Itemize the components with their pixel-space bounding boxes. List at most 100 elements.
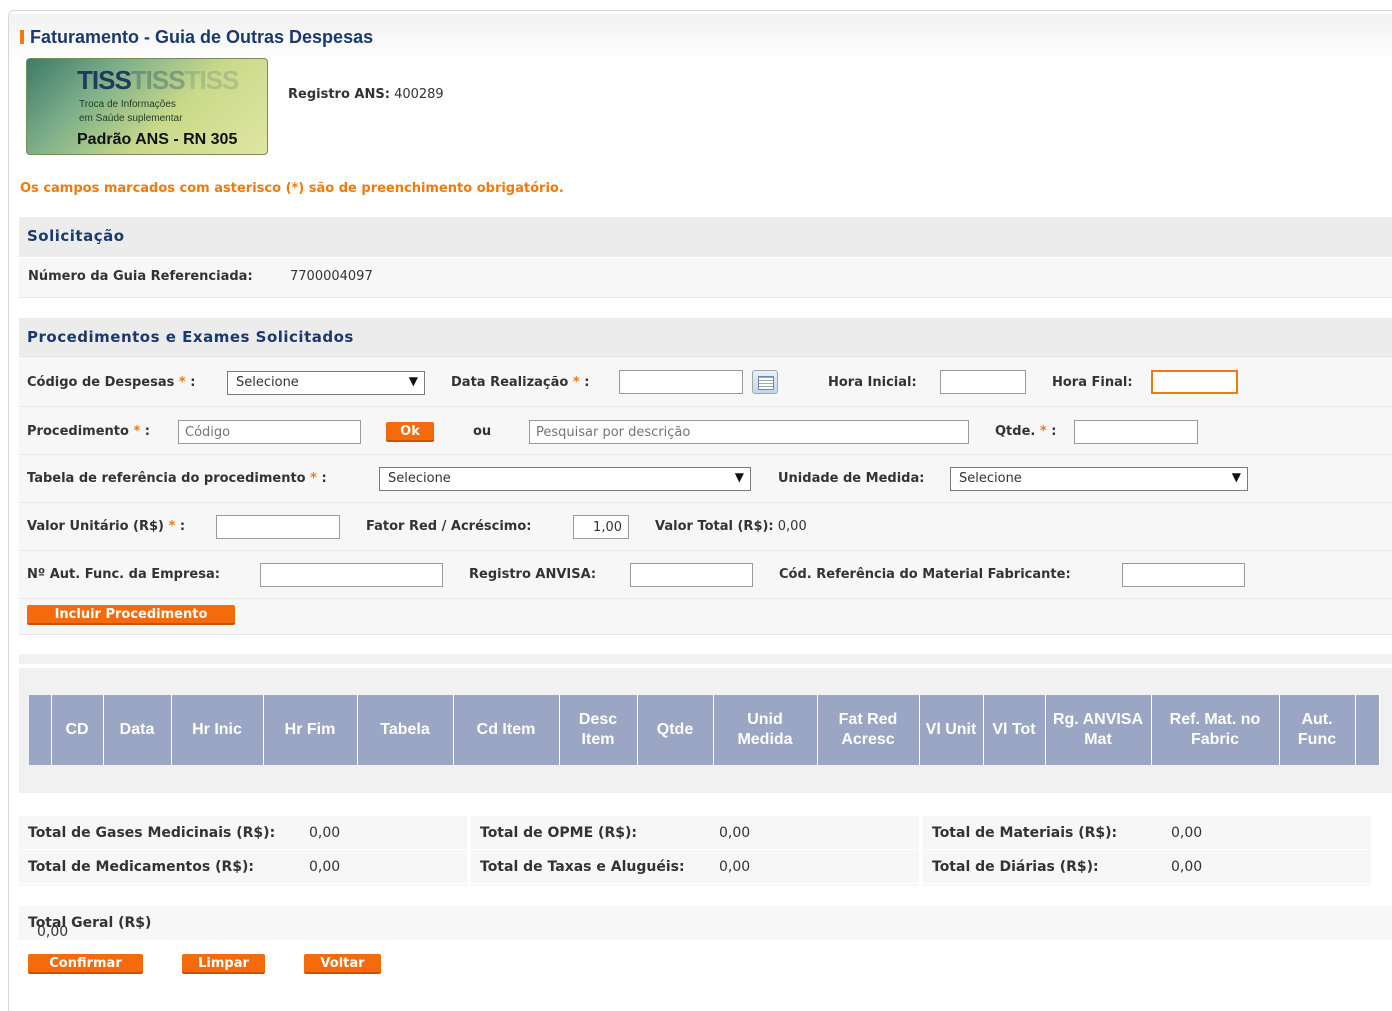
col-cd-item: Cd Item [453,695,560,765]
col-rg-anvisa: Rg. ANVISA Mat [1045,695,1152,765]
codigo-despesas-label-text: Código de Despesas [27,375,175,390]
limpar-button[interactable]: Limpar [182,954,265,974]
logo-standard: Padrão ANS - RN 305 [77,131,238,148]
page-title-text: Faturamento - Guia de Outras Despesas [30,27,374,47]
total-medicamentos-label: Total de Medicamentos (R$): [28,859,254,875]
unidade-medida-select[interactable]: Selecione ▼ [950,467,1248,491]
total-diarias-label: Total de Diárias (R$): [932,859,1099,875]
procedures-table: CD Data Hr Inic Hr Fim Tabela Cd Item De… [29,695,1380,765]
incluir-procedimento-button[interactable]: Incluir Procedimento [27,605,235,625]
codigo-despesas-colon: : [190,375,196,390]
data-realizacao-label-text: Data Realização [451,375,569,390]
confirmar-button[interactable]: Confirmar [28,954,143,974]
unidade-medida-value: Selecione [959,471,1022,486]
logo-brand-echo2: TISS [184,65,240,95]
procedimento-codigo-input[interactable] [178,420,361,444]
table-header-row: CD Data Hr Inic Hr Fim Tabela Cd Item De… [29,695,1380,765]
tabela-ref-select[interactable]: Selecione ▼ [379,467,751,491]
col-qtde: Qtde [637,695,714,765]
valor-unitario-colon: : [179,519,186,534]
totals-block-3: Total de Materiais (R$): 0,00 Total de Di… [923,816,1371,886]
col-ref-mat: Ref. Mat. no Fabric [1151,695,1280,765]
anvisa-input[interactable] [630,563,753,587]
total-diarias-value: 0,00 [1171,859,1203,875]
section-solicitacao-title: Solicitação [27,227,125,245]
total-geral: Total Geral (R$) 0,00 [19,906,1392,940]
logo-brand: TISSTISSTISS [77,65,240,96]
total-medicamentos: Total de Medicamentos (R$): 0,00 [19,850,467,884]
valor-unitario-label: Valor Unitário (R$) * : [27,519,185,534]
qtde-input[interactable] [1074,420,1198,444]
tabela-ref-label: Tabela de referência do procedimento * : [27,471,327,486]
page-title: Faturamento - Guia de Outras Despesas [20,27,373,48]
title-marker-icon [20,30,24,44]
dropdown-arrow-icon: ▼ [408,374,418,388]
qtde-label: Qtde. * : [995,424,1056,439]
procedimento-label-text: Procedimento [27,424,129,439]
totals-block-1: Total de Gases Medicinais (R$): 0,00 Tota… [19,816,467,886]
ref-material-input[interactable] [1122,563,1245,587]
fator-label: Fator Red / Acréscimo: [366,519,532,534]
ref-material-label: Cód. Referência do Material Fabricante: [779,567,1071,582]
tabela-ref-colon: : [321,471,327,486]
logo-brand-echo: TISS [130,65,186,95]
valor-total: Valor Total (R$): 0,00 [655,519,807,534]
aut-func-input[interactable] [260,563,443,587]
total-geral-text: Total Geral (R$) 0,00 [28,915,151,940]
section-procedimentos-title: Procedimentos e Exames Solicitados [27,328,354,346]
valor-unitario-label-text: Valor Unitário (R$) [27,519,164,534]
total-diarias: Total de Diárias (R$): 0,00 [923,850,1371,884]
total-materiais-label: Total de Materiais (R$): [932,825,1118,841]
registro-ans: Registro ANS: 400289 [288,87,444,102]
col-unid-medida: Unid Medida [713,695,818,765]
calendar-icon[interactable] [752,370,778,394]
codigo-despesas-select[interactable]: Selecione ▼ [227,371,425,395]
data-realizacao-asterisk: * [572,375,580,390]
total-taxas-label: Total de Taxas e Aluguéis: [480,859,685,875]
qtde-label-text: Qtde. [995,424,1036,439]
col-fat-red: Fat Red Acresc [817,695,920,765]
data-realizacao-colon: : [584,375,590,390]
col-hr-fim: Hr Fim [263,695,358,765]
valor-total-label: Valor Total (R$): [655,519,774,534]
hora-inicial-input[interactable] [940,370,1026,394]
qtde-colon: : [1051,424,1057,439]
total-gases-value: 0,00 [309,825,341,841]
col-select [29,695,52,765]
hora-final-input[interactable] [1151,370,1238,394]
guia-row: Número da Guia Referenciada: 7700004097 [19,258,1392,298]
guia-label: Número da Guia Referenciada: [28,269,253,284]
codigo-despesas-label: Código de Despesas * : [27,375,195,390]
col-desc-item: Desc Item [559,695,638,765]
voltar-button[interactable]: Voltar [304,954,381,974]
codigo-despesas-asterisk: * [178,375,186,390]
fator-input[interactable] [573,515,629,539]
tiss-logo: TISSTISSTISS Troca de Informações em Saú… [26,58,268,155]
col-extra [1355,695,1380,765]
data-realizacao-input[interactable] [619,370,743,394]
hora-inicial-label: Hora Inicial: [828,375,917,390]
col-cd: CD [51,695,104,765]
valor-unitario-asterisk: * [168,519,176,534]
codigo-despesas-value: Selecione [236,375,299,390]
qtde-asterisk: * [1039,424,1047,439]
total-medicamentos-value: 0,00 [309,859,341,875]
total-taxas: Total de Taxas e Aluguéis: 0,00 [471,850,919,884]
tabela-ref-asterisk: * [310,471,317,486]
anvisa-label: Registro ANVISA: [469,567,597,582]
col-vl-unit: Vl Unit [919,695,984,765]
ok-button[interactable]: Ok [386,422,434,442]
hora-final-label: Hora Final: [1052,375,1133,390]
total-opme-value: 0,00 [719,825,751,841]
ou-text: ou [473,424,492,439]
procedimento-asterisk: * [133,424,141,439]
valor-unitario-input[interactable] [216,515,340,539]
logo-line1: Troca de Informações [79,99,176,110]
total-gases-label: Total de Gases Medicinais (R$): [28,825,276,841]
separator [19,654,1392,664]
pesquisa-descricao-input[interactable] [529,420,969,444]
logo-brand-text: TISS [77,65,132,95]
total-materiais: Total de Materiais (R$): 0,00 [923,816,1371,850]
guia-value: 7700004097 [290,269,373,284]
col-tabela: Tabela [357,695,454,765]
